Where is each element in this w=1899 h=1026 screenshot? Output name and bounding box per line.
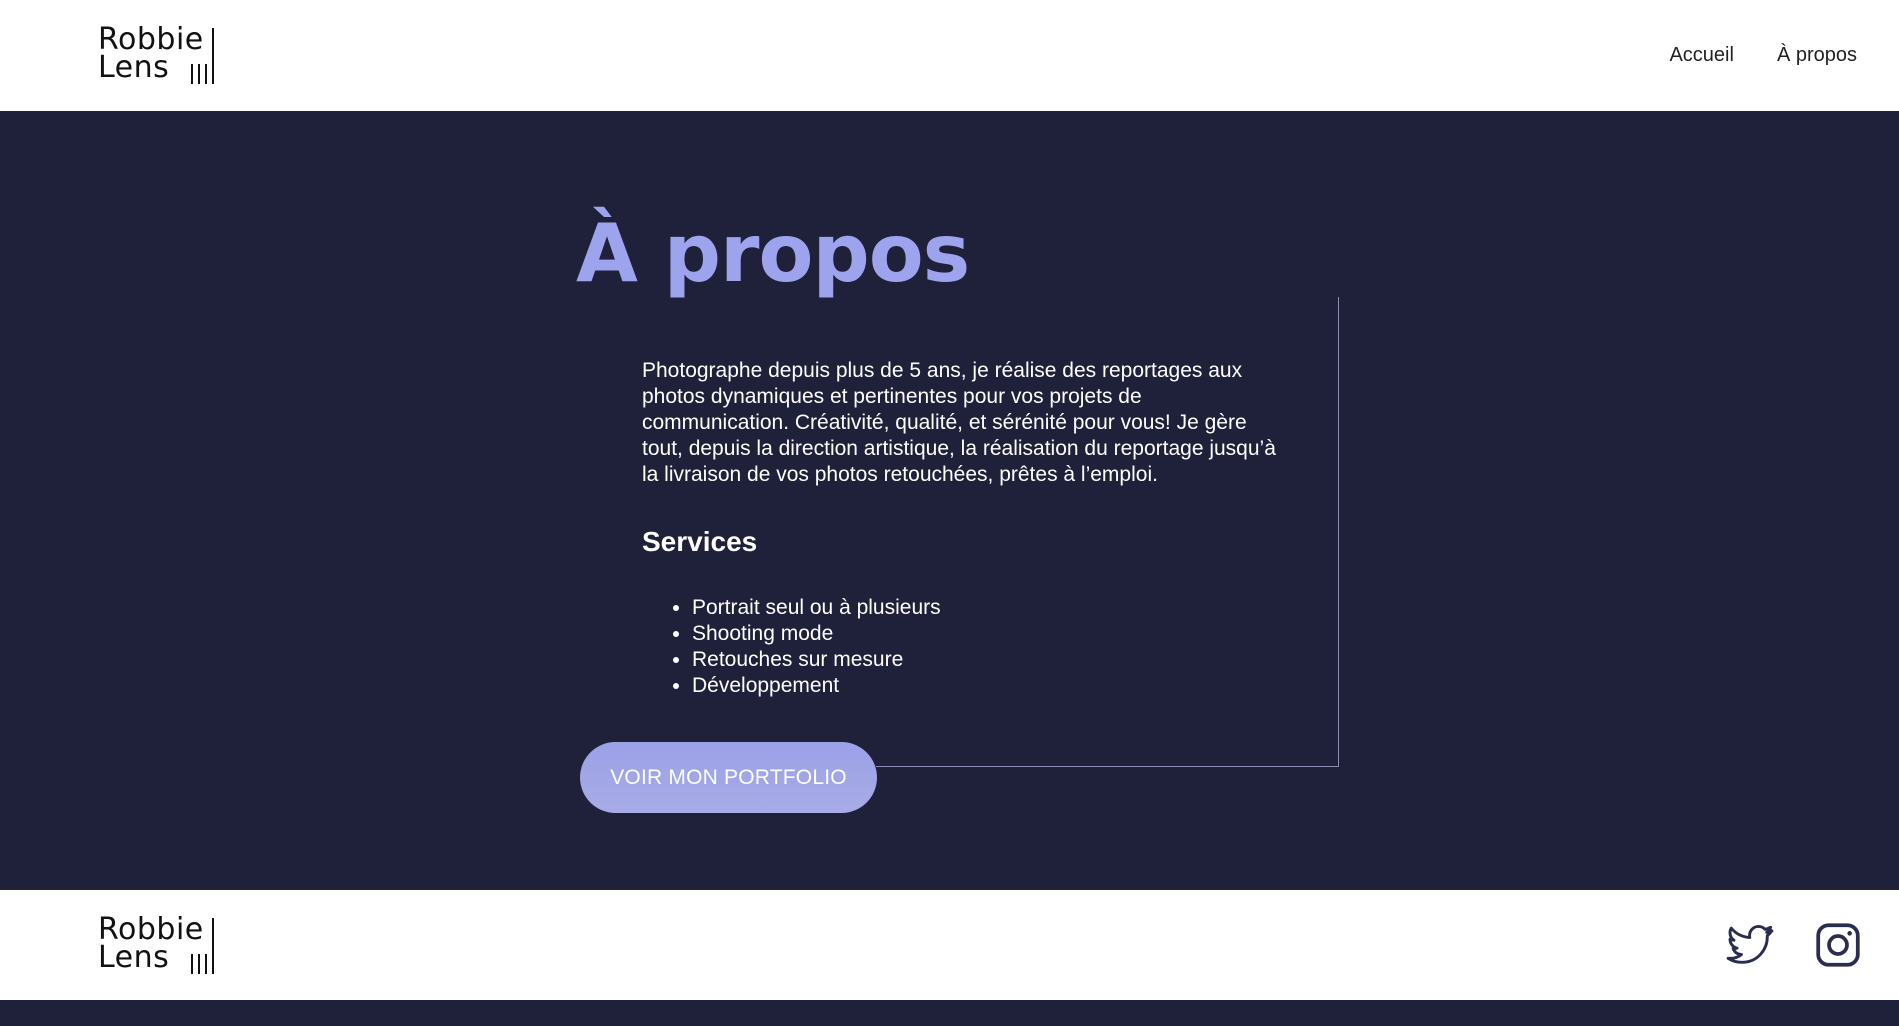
about-section: À propos Photographe depuis plus de 5 an… <box>0 111 1899 890</box>
page-bottom-strip <box>0 1000 1899 1026</box>
portfolio-button[interactable]: VOIR MON PORTFOLIO <box>580 742 877 813</box>
frame-border-bottom <box>876 766 1339 767</box>
nav-link-about[interactable]: À propos <box>1777 44 1857 67</box>
logo-bars-icon <box>190 918 214 974</box>
services-heading: Services <box>642 526 758 557</box>
site-footer: Robbie Lens <box>0 890 1899 1000</box>
nav-link-home[interactable]: Accueil <box>1669 44 1733 67</box>
frame-border-right <box>1338 297 1339 767</box>
logo-bars-icon <box>190 28 214 84</box>
instagram-icon[interactable] <box>1813 920 1863 970</box>
service-item: Développement <box>692 673 941 699</box>
site-header: Robbie Lens Accueil À propos <box>0 0 1899 111</box>
services-list: Portrait seul ou à plusieurs Shooting mo… <box>642 595 941 699</box>
header-logo[interactable]: Robbie Lens <box>98 25 214 84</box>
footer-logo[interactable]: Robbie Lens <box>98 915 214 974</box>
twitter-icon[interactable] <box>1725 920 1775 970</box>
service-item: Shooting mode <box>692 621 941 647</box>
intro-paragraph: Photographe depuis plus de 5 ans, je réa… <box>642 359 1276 486</box>
main-nav: Accueil À propos <box>1669 0 1857 111</box>
page-title: À propos <box>576 207 970 300</box>
service-item: Retouches sur mesure <box>692 647 941 673</box>
service-item: Portrait seul ou à plusieurs <box>692 595 941 621</box>
